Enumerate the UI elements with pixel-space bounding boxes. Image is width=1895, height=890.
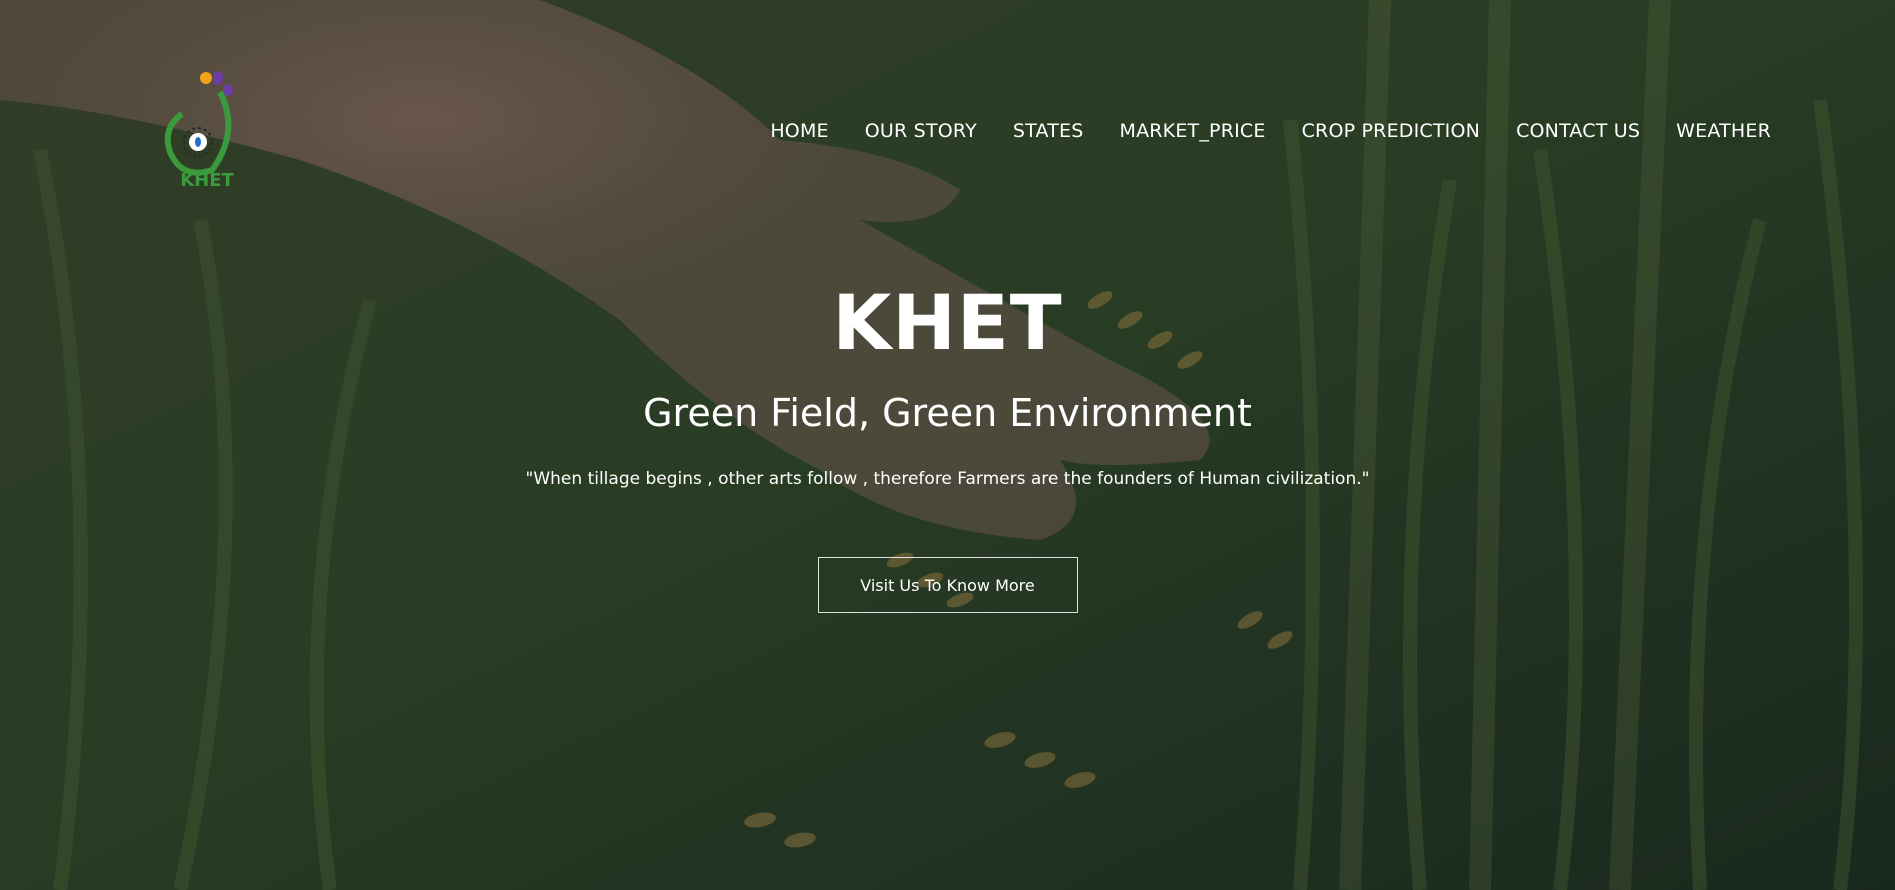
hero-subtitle: Green Field, Green Environment (643, 391, 1252, 435)
nav-link-weather[interactable]: WEATHER (1676, 120, 1771, 142)
nav-link-market-price[interactable]: MARKET_PRICE (1119, 120, 1265, 142)
nav-link-crop-prediction[interactable]: CROP PREDICTION (1302, 120, 1480, 142)
nav-item-weather: WEATHER (1676, 120, 1771, 142)
hero-quote: "When tillage begins , other arts follow… (525, 469, 1370, 489)
nav-item-home: HOME (770, 120, 828, 142)
khet-logo-icon[interactable]: KHET (162, 62, 252, 192)
nav-link-states[interactable]: STATES (1013, 120, 1084, 142)
hero-content: KHET Green Field, Green Environment "Whe… (0, 285, 1895, 613)
main-nav: HOME OUR STORY STATES MARKET_PRICE CROP … (770, 120, 1771, 142)
nav-item-our-story: OUR STORY (865, 120, 977, 142)
hero-section: KHET HOME OUR STORY STATES MARKET_PRICE … (0, 0, 1895, 890)
svg-text:KHET: KHET (180, 170, 234, 191)
nav-item-states: STATES (1013, 120, 1084, 142)
nav-link-our-story[interactable]: OUR STORY (865, 120, 977, 142)
visit-us-button[interactable]: Visit Us To Know More (817, 557, 1078, 613)
nav-link-contact-us[interactable]: CONTACT US (1516, 120, 1640, 142)
nav-item-crop-prediction: CROP PREDICTION (1302, 120, 1480, 142)
hero-title: KHET (832, 278, 1063, 367)
nav-item-market-price: MARKET_PRICE (1119, 120, 1265, 142)
nav-item-contact-us: CONTACT US (1516, 120, 1640, 142)
nav-link-home[interactable]: HOME (770, 120, 828, 142)
